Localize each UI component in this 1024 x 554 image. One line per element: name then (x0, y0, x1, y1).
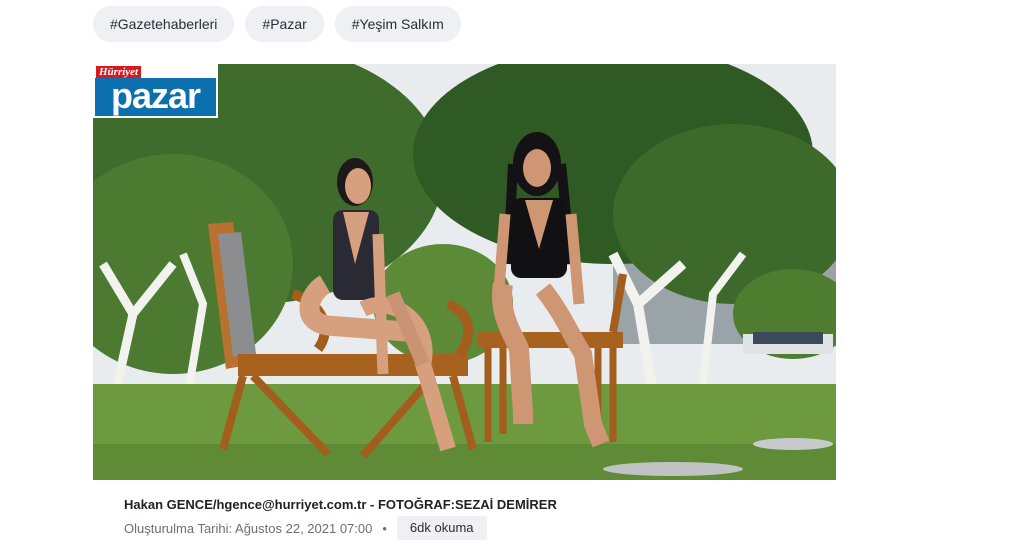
tag-list: #Gazetehaberleri #Pazar #Yeşim Salkım (93, 6, 461, 42)
article-meta: Oluşturulma Tarihi: Ağustos 22, 2021 07:… (124, 516, 487, 540)
article-photo: Hürriyet pazar (93, 64, 836, 480)
tag-yesim-salkim[interactable]: #Yeşim Salkım (334, 6, 461, 42)
created-date: Oluşturulma Tarihi: Ağustos 22, 2021 07:… (124, 520, 373, 536)
tag-gazetehaberleri[interactable]: #Gazetehaberleri (93, 6, 235, 42)
article-byline: Hakan GENCE/hgence@hurriyet.com.tr - FOT… (124, 497, 557, 512)
read-time-badge: 6dk okuma (396, 516, 487, 540)
meta-separator: • (382, 520, 387, 536)
photo-illustration (93, 64, 836, 480)
tag-pazar[interactable]: #Pazar (245, 6, 324, 42)
logo-pazar-label: pazar (95, 78, 216, 116)
hurriyet-pazar-logo: Hürriyet pazar (93, 64, 218, 118)
